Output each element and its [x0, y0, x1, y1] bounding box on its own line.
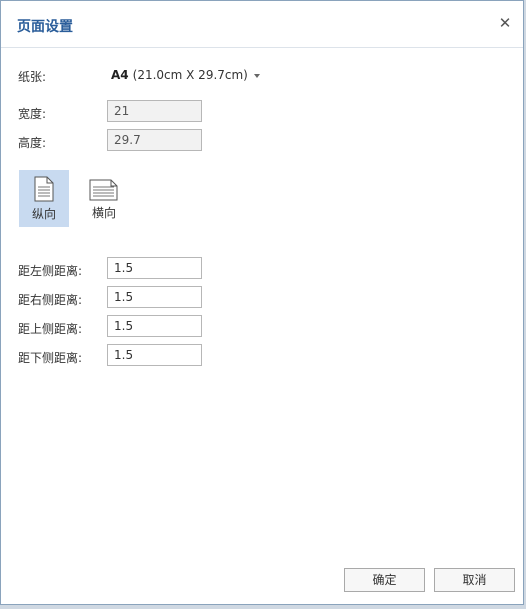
margin-bottom-label: 距下侧距离: — [18, 351, 83, 365]
paper-size-dimensions: (21.0cm X 29.7cm) — [132, 68, 248, 82]
orientation-landscape-button[interactable]: 横向 — [79, 170, 129, 227]
dialog-titlebar: 页面设置 ✕ — [1, 1, 523, 48]
width-label: 宽度: — [18, 107, 47, 121]
margin-left-field[interactable] — [107, 257, 202, 279]
paper-size-name: A4 — [111, 68, 129, 82]
dialog-title: 页面设置 — [17, 19, 73, 35]
landscape-page-icon — [89, 179, 118, 201]
margin-top-field[interactable] — [107, 315, 202, 337]
margin-top-label: 距上侧距离: — [18, 322, 83, 336]
page-setup-dialog: 页面设置 ✕ 纸张: A4(21.0cm X 29.7cm) 宽度: 高度: 纵… — [0, 0, 524, 605]
landscape-label: 横向 — [91, 206, 116, 220]
margin-bottom-field[interactable] — [107, 344, 202, 366]
margin-right-field[interactable] — [107, 286, 202, 308]
width-field — [107, 100, 202, 122]
ok-button[interactable]: 确定 — [344, 568, 425, 592]
orientation-portrait-button[interactable]: 纵向 — [19, 170, 69, 227]
chevron-down-icon — [253, 73, 260, 78]
portrait-page-icon — [34, 176, 54, 202]
margin-right-label: 距右侧距离: — [18, 293, 83, 307]
close-icon[interactable]: ✕ — [497, 15, 513, 31]
portrait-label: 纵向 — [31, 207, 56, 221]
height-label: 高度: — [18, 136, 47, 150]
paper-label: 纸张: — [18, 70, 47, 84]
margin-left-label: 距左侧距离: — [18, 264, 83, 278]
height-field — [107, 129, 202, 151]
paper-size-dropdown[interactable]: A4 (21.0cm X 29.7cm) — [111, 68, 260, 82]
cancel-button[interactable]: 取消 — [434, 568, 515, 592]
